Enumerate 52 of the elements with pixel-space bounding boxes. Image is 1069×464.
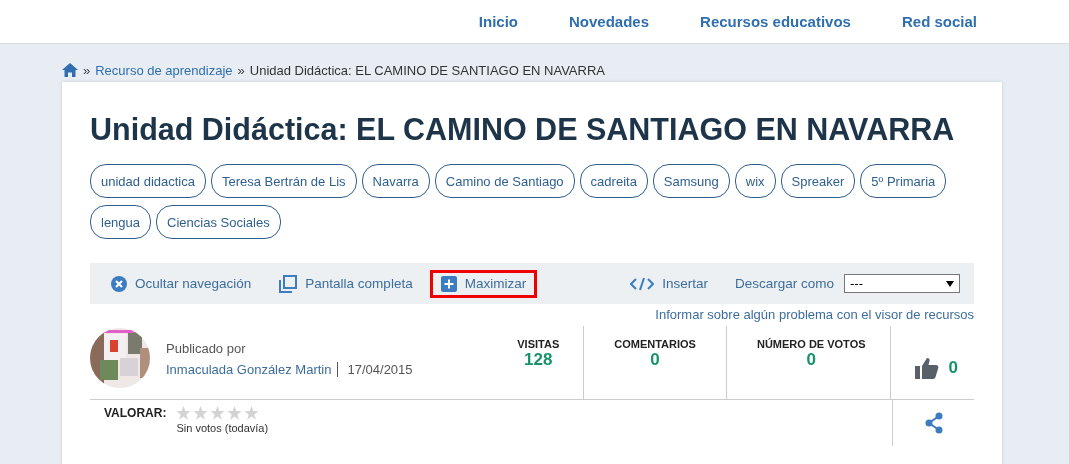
share-icon[interactable] [923, 412, 944, 435]
nav-link[interactable]: Recursos educativos [700, 13, 851, 30]
published-by-label: Publicado por [166, 341, 247, 357]
toolbar-button[interactable]: Ocultar navegación [100, 269, 263, 298]
star-icon[interactable] [244, 406, 260, 421]
star-icon[interactable] [176, 406, 192, 421]
star-icon[interactable] [227, 406, 243, 421]
breadcrumb-current: Unidad Didáctica: EL CAMINO DE SANTIAGO EN NAVARRA [249, 62, 605, 78]
tag-link[interactable]: unidad didactica [90, 164, 206, 199]
dropdown-icon [946, 280, 954, 287]
stat-label: NÚMERO DE VOTOS [756, 338, 866, 351]
download-select[interactable]: --- [844, 274, 960, 294]
plus-icon [440, 275, 457, 292]
embed-button[interactable]: Insertar [619, 270, 719, 298]
nav-link[interactable]: Red social [901, 13, 977, 30]
download-label: Descargar como [734, 276, 834, 292]
stat-value: 0 [650, 350, 660, 371]
stat-label: VISITAS [517, 338, 560, 351]
toolbar-button[interactable]: Maximizar [429, 269, 538, 298]
star-icon[interactable] [210, 406, 226, 421]
nav-link[interactable]: Inicio [478, 13, 518, 30]
publish-date: 17/04/2015 [346, 362, 413, 378]
tag-link[interactable]: lengua [90, 205, 152, 240]
rating-label: VALORAR: [104, 406, 167, 423]
rating-note: Sin votos (todavía) [176, 422, 269, 435]
tag-link[interactable]: Camino de Santiago [434, 164, 575, 199]
breadcrumb-separator: » [237, 62, 245, 78]
tag-link[interactable]: Spreaker [780, 164, 856, 199]
stat-label: COMENTARIOS [614, 338, 696, 351]
report-link[interactable]: Informar sobre algún problema con el visor de recursos [655, 307, 974, 323]
stat-value: 128 [524, 350, 553, 371]
tag-link[interactable]: Navarra [361, 164, 430, 199]
fullscreen-icon [279, 274, 298, 293]
tag-link[interactable]: cadreita [579, 164, 648, 199]
home-icon[interactable] [62, 63, 78, 77]
like-count: 0 [948, 357, 958, 378]
author-link[interactable]: Inmaculada González Martin [166, 362, 339, 378]
stat-value: 0 [806, 350, 816, 371]
tag-link[interactable]: Teresa Bertrán de Lis [210, 164, 357, 199]
star-icon[interactable] [193, 406, 209, 421]
toolbar-button[interactable]: Pantalla completa [268, 268, 424, 299]
page-title: Unidad Didáctica: EL CAMINO DE SANTIAGO EN NAVARRA [90, 111, 956, 148]
close-icon [111, 275, 127, 292]
code-icon [630, 276, 655, 291]
breadcrumb-separator: » [83, 62, 91, 78]
thumbs-up-icon[interactable] [914, 356, 939, 379]
breadcrumb-link[interactable]: Recurso de aprendizaje [95, 62, 233, 78]
tag-link[interactable]: Ciencias Sociales [156, 205, 281, 240]
nav-link[interactable]: Novedades [569, 13, 650, 30]
tag-link[interactable]: Samsung [652, 164, 730, 199]
tag-link[interactable]: 5º Primaria [860, 164, 947, 199]
tag-link[interactable]: wix [734, 164, 776, 199]
